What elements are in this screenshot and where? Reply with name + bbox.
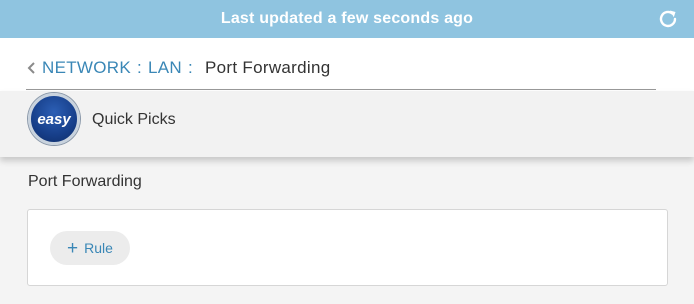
quick-picks-bar[interactable]: easy Quick Picks bbox=[0, 91, 694, 157]
breadcrumb-divider bbox=[26, 89, 656, 90]
port-forwarding-card: + Rule bbox=[27, 209, 668, 286]
add-rule-label: Rule bbox=[84, 240, 113, 256]
quick-picks-label[interactable]: Quick Picks bbox=[92, 111, 176, 129]
plus-icon: + bbox=[67, 237, 79, 259]
breadcrumb-lan-link[interactable]: LAN bbox=[148, 58, 182, 78]
section-title: Port Forwarding bbox=[28, 173, 142, 190]
breadcrumb-current: Port Forwarding bbox=[205, 58, 331, 77]
breadcrumb-network-link[interactable]: NETWORK bbox=[42, 58, 131, 78]
status-bar: Last updated a few seconds ago bbox=[0, 0, 694, 38]
breadcrumb-separator: : bbox=[136, 58, 143, 77]
last-updated-text: Last updated a few seconds ago bbox=[220, 10, 474, 27]
refresh-icon[interactable] bbox=[656, 7, 680, 31]
add-rule-button[interactable]: + Rule bbox=[50, 231, 130, 265]
chevron-left-icon[interactable] bbox=[26, 61, 38, 75]
breadcrumb: NETWORK : LAN : Port Forwarding bbox=[26, 58, 330, 78]
breadcrumb-bar: NETWORK : LAN : Port Forwarding bbox=[0, 38, 694, 91]
easy-logo-icon[interactable]: easy bbox=[28, 93, 80, 145]
breadcrumb-separator: : bbox=[188, 58, 194, 77]
